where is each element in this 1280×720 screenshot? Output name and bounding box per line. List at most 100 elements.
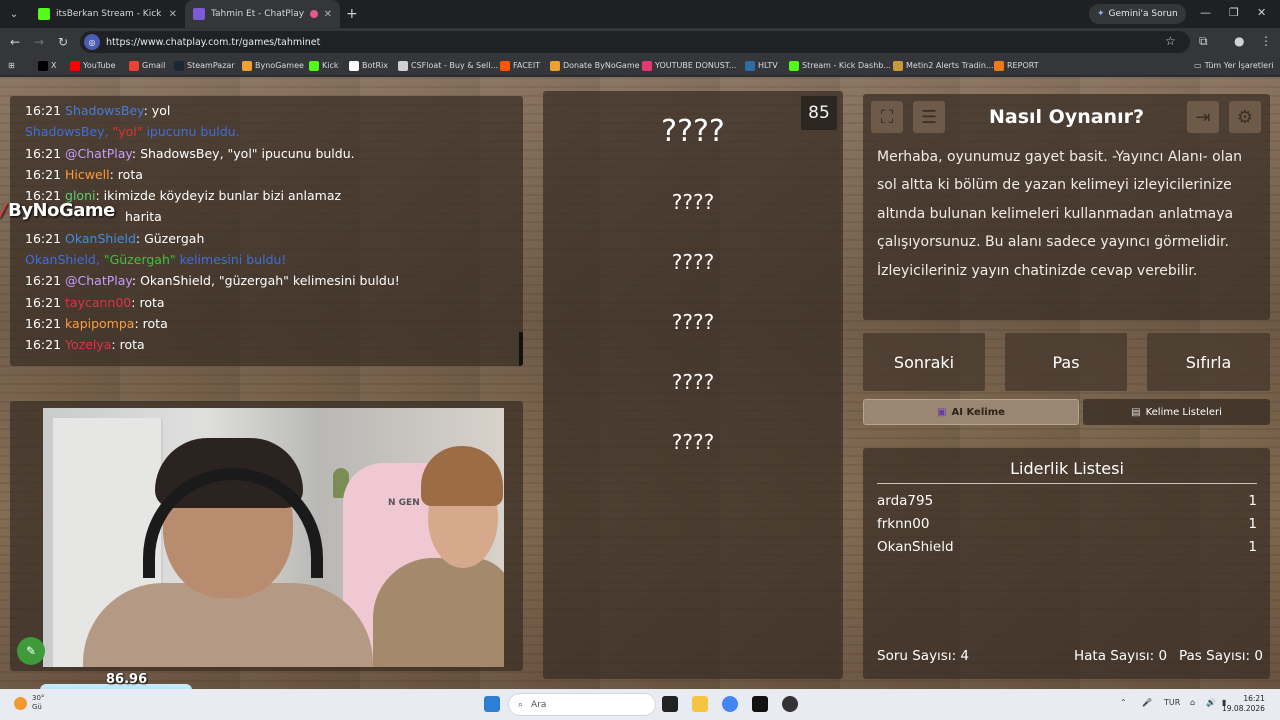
csfloat-icon bbox=[398, 60, 408, 71]
chat-username[interactable]: Yozelya bbox=[65, 337, 111, 352]
weather-widget[interactable]: 30° Gü bbox=[32, 694, 44, 712]
bynogame-icon bbox=[242, 60, 252, 71]
profile-icon[interactable]: ● bbox=[1234, 34, 1244, 48]
chat-message: OkanShield, "Güzergah" kelimesini buldu! bbox=[25, 249, 523, 270]
bookmark-report[interactable]: REPORT bbox=[994, 60, 1039, 71]
bookmark-donate[interactable]: Donate ByNoGame bbox=[550, 60, 640, 71]
bookmark-kick[interactable]: Kick bbox=[309, 60, 339, 71]
chat-username[interactable]: kapipompa bbox=[65, 316, 134, 331]
browser-tab-bar: ⌄ itsBerkan Stream - Kick Dashbo ✕ Tahmi… bbox=[0, 0, 1280, 28]
chat-username[interactable]: ShadowsBey bbox=[65, 103, 144, 118]
bookmark-bynogamee[interactable]: BynoGamee bbox=[242, 60, 304, 71]
chat-text: : rota bbox=[131, 294, 165, 310]
bookmark-x[interactable]: X bbox=[38, 60, 56, 71]
window-close-icon[interactable]: ✕ bbox=[1257, 6, 1266, 19]
chat-text: : ShadowsBey, "yol" ipucunu buldu. bbox=[131, 145, 355, 161]
bookmark-steampazar[interactable]: SteamPazar bbox=[174, 60, 235, 71]
language-indicator[interactable]: TUR bbox=[1164, 698, 1180, 707]
kick-icon bbox=[789, 60, 799, 71]
leader-name: OkanShield bbox=[877, 539, 954, 555]
close-icon[interactable]: ✕ bbox=[324, 9, 332, 20]
new-tab-icon[interactable]: + bbox=[346, 6, 358, 22]
chat-username[interactable]: OkanShield bbox=[65, 231, 136, 246]
bookmarks-bar: ⊞ X YouTube Gmail SteamPazar BynoGamee K… bbox=[0, 56, 1280, 76]
chat-message: ShadowsBey, "yol" ipucunu buldu. bbox=[25, 121, 523, 142]
kick-icon bbox=[309, 60, 319, 71]
weather-sun-icon[interactable] bbox=[14, 697, 27, 710]
obs-icon[interactable] bbox=[782, 696, 798, 712]
next-button[interactable]: Sonraki bbox=[863, 333, 985, 391]
pass-count: Pas Sayısı: 0 bbox=[1179, 648, 1263, 664]
file-explorer-icon[interactable] bbox=[692, 696, 708, 712]
chat-text: : yol bbox=[143, 103, 171, 118]
chat-username[interactable]: @ChatPlay bbox=[65, 273, 132, 288]
youtube-donust-icon bbox=[642, 60, 652, 71]
bookmark-kick-stream[interactable]: Stream - Kick Dashb... bbox=[789, 60, 891, 71]
pass-button[interactable]: Pas bbox=[1005, 333, 1127, 391]
chat-text: : ikimizde köydeyiz bunlar bizi anlamaz bbox=[95, 188, 342, 204]
chat-message: 16:21 @ChatPlay: OkanShield, "güzergah" … bbox=[25, 270, 523, 291]
apps-icon[interactable]: ⊞ bbox=[8, 61, 15, 70]
reload-icon[interactable]: ↻ bbox=[51, 35, 75, 49]
windows-start-icon[interactable] bbox=[484, 696, 500, 712]
bookmark-hltv[interactable]: HLTV bbox=[745, 60, 778, 71]
forbidden-word: ???? bbox=[671, 190, 715, 214]
cam-person-2-hair bbox=[421, 446, 503, 506]
chat-username[interactable]: OkanShield, bbox=[25, 252, 104, 267]
tab-ai-word[interactable]: ▣ AI Kelime bbox=[863, 399, 1079, 425]
metin2-icon bbox=[893, 60, 903, 71]
url-field[interactable]: ◎ https://www.chatplay.com.tr/games/tahm… bbox=[80, 31, 1190, 53]
kick-icon bbox=[38, 8, 50, 20]
minimize-icon[interactable]: — bbox=[1200, 6, 1211, 19]
site-info-icon[interactable]: ◎ bbox=[84, 34, 100, 50]
chat-message: 16:21 OkanShield: Güzergah bbox=[25, 228, 523, 249]
forbidden-word: ???? bbox=[671, 310, 715, 334]
app-icon[interactable] bbox=[752, 696, 768, 712]
bookmark-botrix[interactable]: BotRix bbox=[349, 60, 388, 71]
reset-button[interactable]: Sıfırla bbox=[1147, 333, 1270, 391]
chat-username[interactable]: @ChatPlay bbox=[65, 146, 132, 161]
bookmark-csfloat[interactable]: CSFloat - Buy & Sell... bbox=[398, 60, 498, 71]
gemini-icon: ✦ bbox=[1097, 9, 1105, 19]
hltv-icon bbox=[745, 60, 755, 71]
tab-kick-dashboard[interactable]: itsBerkan Stream - Kick Dashbo ✕ bbox=[30, 0, 185, 28]
task-view-icon[interactable] bbox=[662, 696, 678, 712]
forward-icon[interactable]: → bbox=[27, 35, 51, 49]
menu-icon[interactable]: ⋮ bbox=[1260, 34, 1272, 48]
back-icon[interactable]: ← bbox=[3, 35, 27, 49]
volume-icon[interactable]: 🔊 bbox=[1206, 698, 1216, 707]
taskbar-search[interactable]: ⌕ Ara bbox=[508, 693, 656, 716]
bookmark-faceit[interactable]: FACEIT bbox=[500, 60, 540, 71]
leaderboard-title: Liderlik Listesi bbox=[1010, 459, 1124, 478]
chat-time: 16:21 bbox=[25, 337, 62, 353]
chat-message: 16:21 ShadowsBey: yol bbox=[25, 100, 523, 121]
leaderboard-row: frknn00 1 bbox=[877, 516, 1257, 532]
all-bookmarks[interactable]: ▭ Tüm Yer İşaretleri bbox=[1194, 61, 1274, 70]
restore-icon[interactable]: ❐ bbox=[1229, 6, 1239, 19]
microphone-icon[interactable]: 🎤 bbox=[1142, 698, 1152, 707]
network-icon[interactable]: ⌂ bbox=[1190, 698, 1195, 707]
bookmark-metin2[interactable]: Metin2 Alerts Tradin... bbox=[893, 60, 994, 71]
chat-username[interactable]: taycann00 bbox=[65, 295, 131, 310]
tab-chatplay[interactable]: Tahmin Et - ChatPlay ✕ bbox=[185, 0, 340, 28]
taskbar-clock[interactable]: 16:21 19.08.2026 bbox=[1222, 694, 1265, 714]
extensions-icon[interactable]: ⧉ bbox=[1199, 34, 1208, 49]
chat-text: : rota bbox=[109, 166, 143, 182]
close-icon[interactable]: ✕ bbox=[169, 9, 177, 20]
chat-username[interactable]: ShadowsBey, bbox=[25, 124, 112, 139]
tab-word-lists[interactable]: ▤ Kelime Listeleri bbox=[1083, 399, 1270, 425]
chat-username[interactable]: Hicwell bbox=[65, 167, 110, 182]
bookmark-youtube[interactable]: YouTube bbox=[70, 60, 116, 71]
chat-highlight-word: "yol" bbox=[112, 124, 143, 140]
chat-message: 16:21 Hicwell: rota bbox=[25, 164, 523, 185]
tray-chevron-icon[interactable]: ⌃ bbox=[1120, 698, 1127, 707]
gemini-button[interactable]: ✦ Gemini'a Sorun bbox=[1089, 4, 1186, 24]
bookmark-youtube-donust[interactable]: YOUTUBE DONUST... bbox=[642, 60, 736, 71]
bookmark-star-icon[interactable]: ☆ bbox=[1165, 34, 1176, 48]
chrome-icon[interactable] bbox=[722, 696, 738, 712]
bookmark-gmail[interactable]: Gmail bbox=[129, 60, 165, 71]
steam-icon bbox=[174, 60, 184, 71]
leader-name: arda795 bbox=[877, 493, 934, 509]
tab-search-icon[interactable]: ⌄ bbox=[4, 4, 24, 24]
chat-scrollbar[interactable] bbox=[519, 332, 523, 366]
